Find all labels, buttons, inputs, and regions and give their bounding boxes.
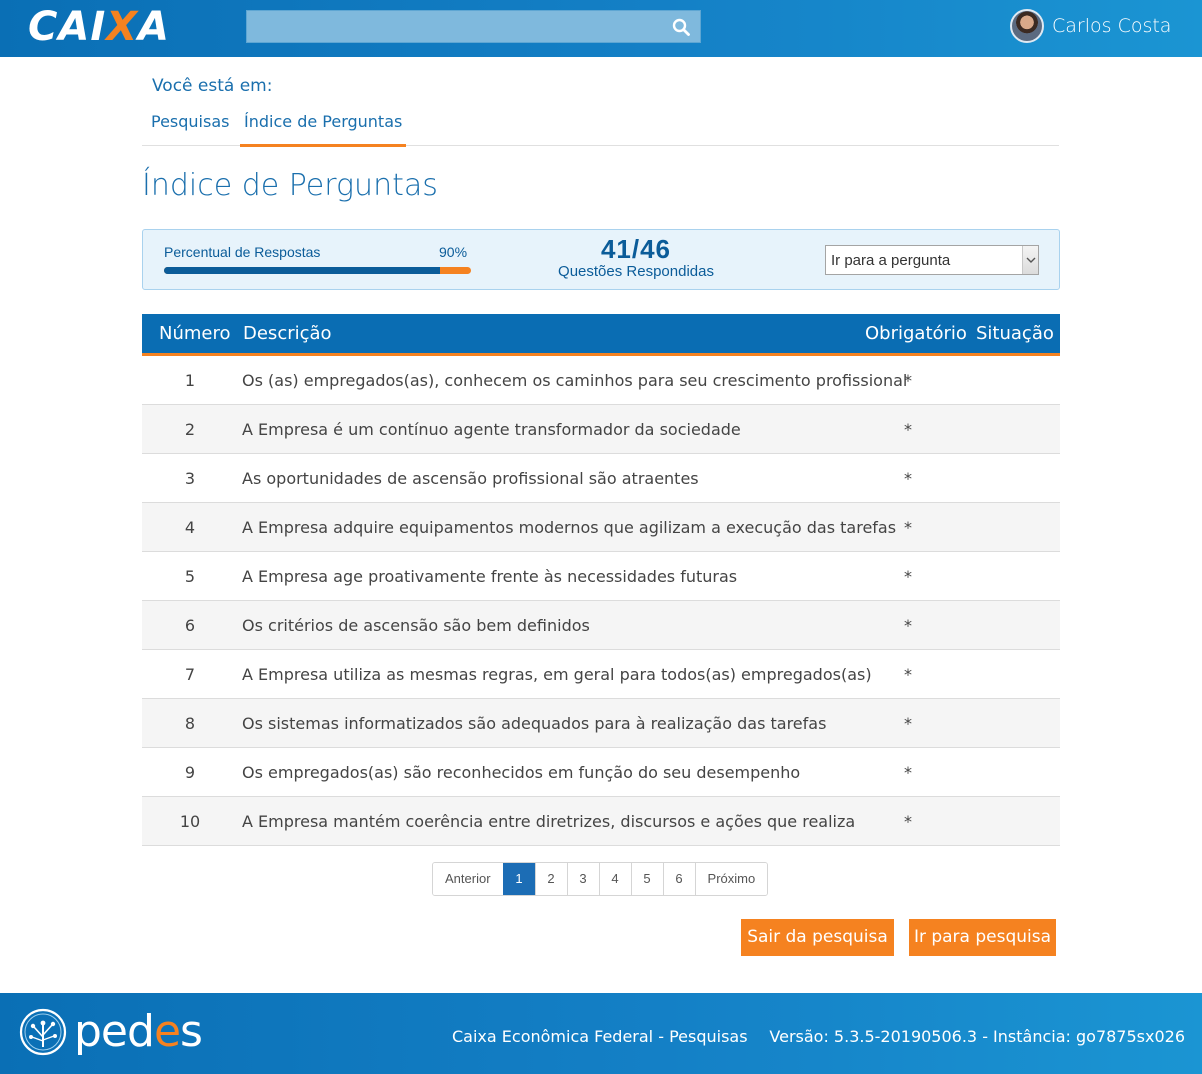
chevron-down-icon — [1026, 257, 1036, 263]
pagination-page-5[interactable]: 5 — [630, 863, 663, 895]
cell-obrigatorio: * — [904, 518, 912, 537]
cell-obrigatorio: * — [904, 469, 912, 488]
logo-text-pre: CAI — [28, 4, 107, 50]
table-row[interactable]: 4 A Empresa adquire equipamentos modernos… — [142, 503, 1060, 552]
pedes-text-post: s — [180, 1006, 203, 1057]
go-to-survey-button[interactable]: Ir para pesquisa — [909, 919, 1056, 956]
cell-obrigatorio: * — [904, 371, 912, 390]
table-row[interactable]: 9 Os empregados(as) são reconhecidos em f… — [142, 748, 1060, 797]
cell-descricao: Os empregados(as) são reconhecidos em fu… — [242, 763, 801, 782]
footer-company: Caixa Econômica Federal - Pesquisas — [452, 1027, 748, 1046]
table-row[interactable]: 5 A Empresa age proativamente frente às n… — [142, 552, 1060, 601]
footer-version: Versão: 5.3.5-20190506.3 - Instância: go… — [769, 1027, 1185, 1046]
pedes-logo: pedes — [18, 1006, 203, 1057]
progress-bar-fill — [164, 267, 441, 274]
cell-numero: 1 — [184, 371, 196, 390]
tree-circle-icon — [19, 1008, 67, 1056]
cell-obrigatorio: * — [904, 665, 912, 684]
pagination-page-6[interactable]: 6 — [662, 863, 695, 895]
pagination-next[interactable]: Próximo — [694, 863, 768, 895]
cell-obrigatorio: * — [904, 616, 912, 635]
cell-obrigatorio: * — [904, 420, 912, 439]
pedes-text-accent: e — [153, 1006, 181, 1057]
cell-descricao: A Empresa age proativamente frente às ne… — [242, 567, 738, 586]
table-row[interactable]: 6 Os critérios de ascensão são bem defini… — [142, 601, 1060, 650]
search-input[interactable] — [247, 11, 667, 42]
user-menu[interactable]: Carlos Costa — [1010, 9, 1171, 43]
cell-numero: 6 — [184, 616, 196, 635]
cell-descricao: As oportunidades de ascensão profissiona… — [242, 469, 699, 488]
top-bar: CAI X A Carlos Costa — [0, 0, 1202, 57]
cell-obrigatorio: * — [904, 714, 912, 733]
answered-count: 41/46 — [600, 234, 672, 264]
dropdown-arrow[interactable] — [1022, 246, 1038, 274]
goto-question-select[interactable]: Ir para a pergunta — [825, 245, 1039, 275]
pagination-page-1[interactable]: 1 — [502, 863, 535, 895]
breadcrumb: Pesquisas Índice de Perguntas — [142, 102, 1059, 147]
cell-numero: 8 — [184, 714, 196, 733]
page-title: Índice de Perguntas — [142, 168, 438, 203]
pagination-page-4[interactable]: 4 — [598, 863, 631, 895]
search-icon[interactable] — [672, 18, 690, 36]
cell-numero: 5 — [184, 567, 196, 586]
table-row[interactable]: 8 Os sistemas informatizados são adequado… — [142, 699, 1060, 748]
search-box — [246, 10, 701, 43]
cell-descricao: A Empresa é um contínuo agente transform… — [242, 420, 741, 439]
progress-bar — [164, 267, 471, 274]
pedes-text-pre: ped — [74, 1006, 155, 1057]
pagination: Anterior 1 2 3 4 5 6 Próximo — [432, 862, 769, 896]
exit-survey-button[interactable]: Sair da pesquisa — [741, 919, 894, 956]
progress-panel: Percentual de Respostas 90% 41/46 Questõ… — [142, 229, 1060, 290]
cell-descricao: A Empresa utiliza as mesmas regras, em g… — [242, 665, 872, 684]
table-row[interactable]: 2 A Empresa é um contínuo agente transfor… — [142, 405, 1060, 454]
column-header-situacao: Situação — [976, 323, 1054, 344]
cell-numero: 10 — [179, 812, 201, 831]
table-row[interactable]: 10 A Empresa mantém coerência entre diret… — [142, 797, 1060, 846]
table-row[interactable]: 1 Os (as) empregados(as), conhecem os cam… — [142, 356, 1060, 405]
cell-numero: 9 — [184, 763, 196, 782]
table-row[interactable]: 3 As oportunidades de ascensão profission… — [142, 454, 1060, 503]
cell-obrigatorio: * — [904, 567, 912, 586]
cell-numero: 7 — [184, 665, 196, 684]
cell-descricao: Os critérios de ascensão são bem definid… — [242, 616, 590, 635]
cell-numero: 2 — [184, 420, 196, 439]
cell-descricao: Os sistemas informatizados são adequados… — [242, 714, 827, 733]
logo-text-x: X — [106, 4, 139, 50]
pagination-previous[interactable]: Anterior — [433, 863, 503, 895]
avatar — [1010, 9, 1044, 43]
progress-value: 90% — [439, 244, 468, 260]
answered-count-label: Questões Respondidas — [558, 263, 714, 280]
questions-table: Número Descrição Obrigatório Situação 1 O… — [142, 314, 1060, 846]
breadcrumb-item-indice[interactable]: Índice de Perguntas — [240, 112, 407, 147]
cell-descricao: A Empresa mantém coerência entre diretri… — [242, 812, 856, 831]
pagination-page-3[interactable]: 3 — [566, 863, 599, 895]
column-header-descricao: Descrição — [243, 323, 332, 344]
pedes-wordmark: pedes — [74, 1006, 203, 1057]
cell-descricao: A Empresa adquire equipamentos modernos … — [242, 518, 897, 537]
cell-obrigatorio: * — [904, 812, 912, 831]
table-row[interactable]: 7 A Empresa utiliza as mesmas regras, em … — [142, 650, 1060, 699]
cell-descricao: Os (as) empregados(as), conhecem os cami… — [242, 371, 908, 390]
column-header-obrigatorio: Obrigatório — [865, 323, 967, 344]
breadcrumb-item-pesquisas[interactable]: Pesquisas — [147, 112, 233, 146]
table-header: Número Descrição Obrigatório Situação — [142, 314, 1060, 356]
goto-question-value: Ir para a pergunta — [831, 252, 951, 269]
cell-obrigatorio: * — [904, 763, 912, 782]
footer: pedes Caixa Econômica Federal - Pesquisa… — [0, 993, 1202, 1074]
cell-numero: 4 — [184, 518, 196, 537]
pagination-page-2[interactable]: 2 — [534, 863, 567, 895]
breadcrumb-lead: Você está em: — [152, 76, 273, 96]
column-header-numero: Número — [159, 323, 231, 344]
progress-label: Percentual de Respostas — [164, 244, 321, 260]
caixa-logo[interactable]: CAI X A — [28, 4, 171, 50]
cell-numero: 3 — [184, 469, 196, 488]
user-name: Carlos Costa — [1052, 15, 1172, 37]
logo-text-post: A — [138, 4, 171, 50]
